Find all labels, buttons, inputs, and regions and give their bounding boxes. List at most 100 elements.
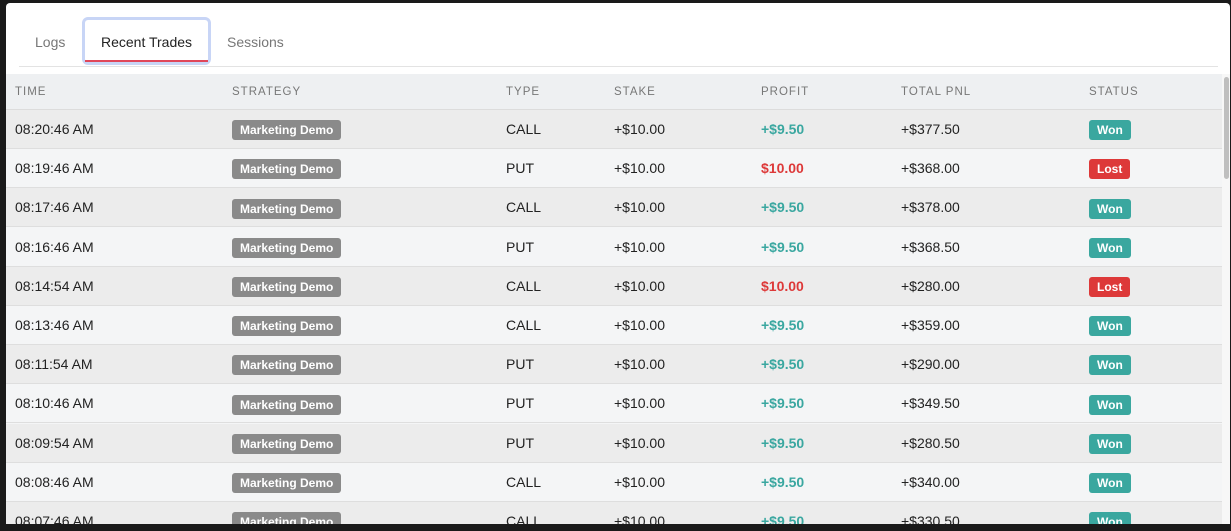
- column-header-status[interactable]: STATUS: [1089, 74, 1139, 110]
- cell-profit: +$9.50: [761, 473, 805, 490]
- cell-profit: +$9.50: [761, 395, 805, 412]
- table-row[interactable]: 08:20:46 AM Marketing Demo CALL +$10.00 +$9.…: [6, 110, 1222, 149]
- strategy-chip: Marketing Demo: [232, 316, 342, 337]
- cell-type: PUT: [506, 160, 534, 177]
- cell-time: 08:14:54 AM: [15, 277, 94, 294]
- cell-stake: +$10.00: [614, 277, 665, 294]
- cell-stake: +$10.00: [614, 395, 665, 412]
- cell-total-pnl: +$378.00: [901, 199, 960, 216]
- tab-sessions[interactable]: Sessions: [227, 17, 284, 65]
- status-badge: Won: [1089, 355, 1131, 376]
- cell-status: Lost: [1089, 267, 1131, 306]
- cell-total-pnl: +$280.50: [901, 434, 960, 451]
- column-header-total-pnl[interactable]: TOTAL PNL: [901, 74, 971, 110]
- cell-profit: +$9.50: [761, 356, 805, 373]
- cell-time: 08:17:46 AM: [15, 199, 94, 216]
- cell-status: Won: [1089, 188, 1131, 227]
- cell-profit: $10.00: [761, 277, 804, 294]
- strategy-chip: Marketing Demo: [232, 394, 342, 415]
- status-badge: Lost: [1089, 159, 1131, 180]
- table-row[interactable]: 08:13:46 AM Marketing Demo CALL +$10.00 +$9.…: [6, 306, 1222, 345]
- cell-type: CALL: [506, 199, 542, 216]
- table-row[interactable]: 08:11:54 AM Marketing Demo PUT +$10.00 +$9.5…: [6, 345, 1222, 385]
- status-badge: Won: [1089, 120, 1131, 141]
- strategy-chip: Marketing Demo: [232, 355, 342, 376]
- cell-type: PUT: [506, 434, 534, 451]
- table-row[interactable]: 08:19:46 AM Marketing Demo PUT +$10.00 $10.0…: [6, 149, 1222, 189]
- status-badge: Lost: [1089, 277, 1131, 298]
- status-badge: Won: [1089, 316, 1131, 337]
- cell-time: 08:08:46 AM: [15, 473, 94, 490]
- cell-strategy: Marketing Demo: [232, 306, 342, 345]
- column-header-stake[interactable]: STAKE: [614, 74, 656, 110]
- trades-panel: Logs Recent Trades Sessions TIME STRATEG…: [6, 3, 1230, 527]
- table-row[interactable]: 08:09:54 AM Marketing Demo PUT +$10.00 +$9.5…: [6, 423, 1222, 463]
- active-tab-indicator: [85, 60, 208, 62]
- cell-strategy: Marketing Demo: [232, 110, 342, 149]
- table-scrollbar[interactable]: [1222, 74, 1230, 527]
- tab-recent-trades[interactable]: Recent Trades: [82, 17, 211, 65]
- strategy-chip: Marketing Demo: [232, 198, 342, 219]
- cell-strategy: Marketing Demo: [232, 463, 342, 502]
- cell-type: CALL: [506, 277, 542, 294]
- cell-total-pnl: +$368.50: [901, 238, 960, 255]
- strategy-chip: Marketing Demo: [232, 433, 342, 454]
- cell-status: Won: [1089, 306, 1131, 345]
- cell-strategy: Marketing Demo: [232, 345, 342, 384]
- cell-total-pnl: +$368.00: [901, 160, 960, 177]
- status-badge: Won: [1089, 394, 1131, 415]
- cell-total-pnl: +$290.00: [901, 356, 960, 373]
- cell-time: 08:16:46 AM: [15, 238, 94, 255]
- cell-stake: +$10.00: [614, 317, 665, 333]
- status-badge: Won: [1089, 473, 1131, 494]
- cell-total-pnl: +$280.00: [901, 277, 960, 294]
- cell-stake: +$10.00: [614, 199, 665, 216]
- window-bottom-edge: [0, 524, 1231, 531]
- cell-stake: +$10.00: [614, 434, 665, 451]
- cell-type: PUT: [506, 356, 534, 373]
- column-header-type[interactable]: TYPE: [506, 74, 540, 110]
- column-header-profit[interactable]: PROFIT: [761, 74, 809, 110]
- cell-stake: +$10.00: [614, 356, 665, 373]
- trades-table: TIME STRATEGY TYPE STAKE PROFIT TOTAL PN…: [6, 74, 1222, 527]
- cell-status: Won: [1089, 424, 1131, 463]
- table-row[interactable]: 08:08:46 AM Marketing Demo CALL +$10.00 +$9.…: [6, 462, 1222, 502]
- cell-profit: +$9.50: [761, 434, 805, 451]
- table-row[interactable]: 08:10:46 AM Marketing Demo PUT +$10.00 +$9.5…: [6, 384, 1222, 424]
- cell-status: Won: [1089, 463, 1131, 502]
- cell-strategy: Marketing Demo: [232, 188, 342, 227]
- column-header-time[interactable]: TIME: [15, 74, 46, 110]
- cell-time: 08:11:54 AM: [15, 356, 93, 373]
- cell-status: Won: [1089, 228, 1131, 267]
- strategy-chip: Marketing Demo: [232, 120, 342, 141]
- scrollbar-thumb[interactable]: [1224, 77, 1229, 179]
- table-row[interactable]: 08:14:54 AM Marketing Demo CALL +$10.00 $10.…: [6, 266, 1222, 306]
- cell-profit: +$9.50: [761, 199, 805, 216]
- cell-type: PUT: [506, 238, 534, 255]
- cell-total-pnl: +$377.50: [901, 121, 960, 137]
- cell-status: Won: [1089, 110, 1131, 149]
- cell-strategy: Marketing Demo: [232, 228, 342, 267]
- cell-profit: +$9.50: [761, 317, 805, 333]
- cell-type: PUT: [506, 395, 534, 412]
- cell-type: CALL: [506, 473, 542, 490]
- cell-profit: $10.00: [761, 160, 804, 177]
- cell-stake: +$10.00: [614, 160, 665, 177]
- strategy-chip: Marketing Demo: [232, 277, 342, 298]
- tab-recent-trades-label: Recent Trades: [100, 34, 193, 50]
- cell-total-pnl: +$340.00: [901, 473, 960, 490]
- cell-strategy: Marketing Demo: [232, 149, 342, 188]
- cell-profit: +$9.50: [761, 238, 805, 255]
- cell-status: Won: [1089, 345, 1131, 384]
- table-row[interactable]: 08:16:46 AM Marketing Demo PUT +$10.00 +$9.5…: [6, 227, 1222, 267]
- tab-logs[interactable]: Logs: [35, 17, 65, 65]
- strategy-chip: Marketing Demo: [232, 473, 342, 494]
- cell-status: Won: [1089, 384, 1131, 423]
- column-header-strategy[interactable]: STRATEGY: [232, 74, 301, 110]
- table-row[interactable]: 08:17:46 AM Marketing Demo CALL +$10.00 +$9.…: [6, 188, 1222, 228]
- cell-time: 08:19:46 AM: [15, 160, 94, 177]
- cell-time: 08:13:46 AM: [15, 317, 94, 333]
- cell-strategy: Marketing Demo: [232, 267, 342, 306]
- cell-stake: +$10.00: [614, 238, 665, 255]
- cell-strategy: Marketing Demo: [232, 424, 342, 463]
